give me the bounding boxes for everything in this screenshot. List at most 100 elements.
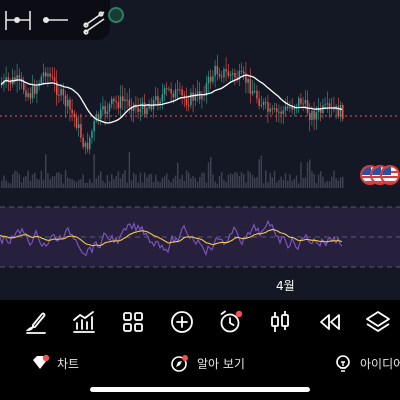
candle-body (276, 108, 278, 112)
candle-body (251, 91, 254, 94)
candle-body (58, 94, 60, 96)
candle-body (113, 98, 115, 102)
candle-body (181, 89, 183, 96)
chart-area[interactable]: 4월 (0, 0, 400, 300)
plus-circle-icon[interactable] (168, 308, 196, 336)
volume-bar (317, 174, 320, 188)
volume-bar (234, 172, 236, 188)
volume-bar (177, 162, 179, 188)
volume-bar (188, 172, 190, 188)
rsi-chart[interactable] (0, 195, 400, 300)
volume-bar (108, 181, 111, 188)
volume-bar (174, 175, 177, 188)
volume-bar (40, 170, 43, 188)
volume-bar (260, 155, 263, 188)
candle-body (315, 111, 318, 120)
volume-bar (47, 173, 49, 188)
volume-bar (236, 172, 238, 188)
candle-body (249, 78, 252, 94)
candle-body (309, 113, 311, 121)
indicators-icon[interactable] (70, 308, 98, 336)
volume-bar (104, 183, 106, 188)
candle-body (82, 137, 84, 147)
volume-bars (1, 152, 344, 188)
volume-bar (86, 182, 89, 188)
ray-tool-icon[interactable] (5, 11, 31, 30)
candle-body (221, 76, 223, 78)
volume-bar (265, 170, 267, 188)
candle-body (18, 75, 21, 79)
volume-bar (324, 182, 326, 188)
volume-bar (113, 179, 115, 188)
candle-body (23, 81, 25, 91)
candle-body (232, 72, 234, 75)
candle-body (25, 90, 27, 97)
volume-bar (333, 170, 335, 188)
candle-body (122, 96, 124, 101)
candle-body (126, 99, 128, 101)
volume-bar (245, 182, 247, 188)
volume-bar (29, 180, 32, 188)
volume-bar (247, 171, 249, 188)
candle-body (337, 106, 340, 117)
volume-bar (5, 180, 7, 188)
economic-events[interactable] (360, 165, 400, 187)
brush-icon[interactable] (22, 308, 50, 336)
us-flag-icon[interactable] (380, 165, 400, 185)
volume-bar (159, 182, 161, 188)
status-indicator[interactable] (108, 7, 124, 23)
candle-body (229, 74, 232, 76)
volume-bar (210, 157, 212, 188)
volume-bar (42, 179, 45, 188)
volume-bar (119, 178, 122, 188)
volume-bar (207, 162, 210, 188)
volume-bar (221, 171, 223, 188)
candle-body (282, 110, 285, 114)
volume-bar (232, 174, 234, 188)
candle-body (196, 91, 199, 94)
candle-body (60, 89, 62, 96)
candle-body (71, 109, 73, 114)
nav-ideas[interactable]: 아이디어 (333, 354, 400, 372)
candle-body (69, 99, 71, 110)
layers-icon[interactable] (364, 308, 392, 336)
candle-body (51, 76, 54, 78)
nav-chart[interactable]: 차트 (30, 354, 79, 372)
candle-body (300, 98, 302, 104)
volume-bar (73, 180, 76, 188)
volume-bar (302, 177, 304, 188)
rewind-icon[interactable] (316, 308, 344, 336)
volume-bar (60, 174, 62, 188)
candle-body (260, 105, 263, 107)
volume-bar (97, 175, 100, 188)
candle-body (166, 88, 168, 90)
candle-body (93, 121, 95, 132)
candle-body (324, 104, 326, 106)
volume-bar (69, 178, 71, 188)
volume-bar (64, 170, 67, 188)
alarm-clock-icon[interactable] (217, 308, 245, 336)
volume-bar (216, 183, 219, 188)
horizontal-line-tool-icon[interactable] (42, 16, 68, 23)
volume-bar (295, 175, 298, 188)
candle-body (137, 107, 139, 112)
volume-bar (249, 172, 252, 188)
candle-body (243, 71, 245, 74)
grid-icon[interactable] (119, 308, 147, 336)
candle-body (84, 142, 87, 147)
candle-body (75, 117, 78, 128)
candle-body (298, 98, 300, 107)
volume-bar (212, 174, 214, 188)
volume-bar (320, 171, 322, 188)
candle-body (73, 113, 76, 118)
trend-lines-tool-icon[interactable] (83, 11, 105, 35)
volume-bar (293, 178, 296, 188)
volume-bar (179, 179, 181, 188)
candles-icon[interactable] (266, 308, 294, 336)
candle-body (78, 124, 80, 128)
candle-body (280, 111, 282, 114)
nav-learn[interactable]: 알아 보기 (170, 354, 245, 372)
volume-bar (258, 159, 260, 188)
volume-bar (240, 172, 243, 188)
candle-body (40, 76, 43, 84)
